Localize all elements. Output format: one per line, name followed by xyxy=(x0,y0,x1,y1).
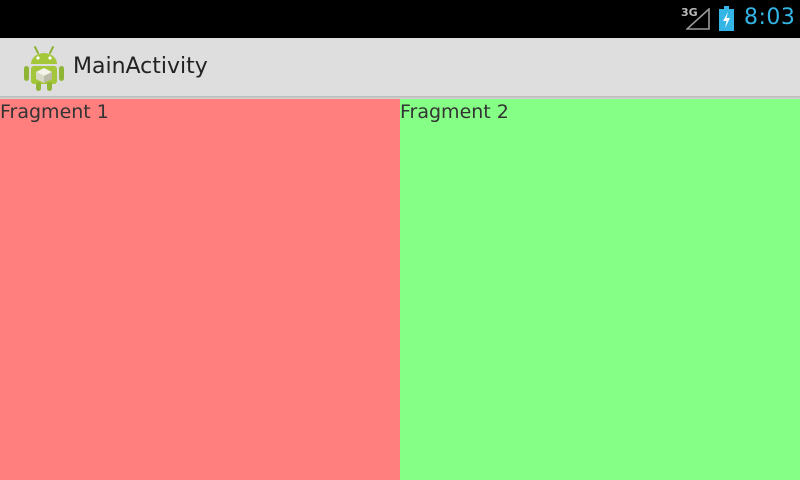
status-bar: 3G 8:03 xyxy=(0,0,800,38)
action-bar: MainActivity xyxy=(0,38,800,96)
activity-title: MainActivity xyxy=(73,54,208,79)
fragment-1-label: Fragment 1 xyxy=(0,101,109,123)
device-screen: 3G 8:03 MainActivity Fragment 1 Fragment… xyxy=(0,0,800,480)
fragment-2-label: Fragment 2 xyxy=(400,101,509,123)
clock: 8:03 xyxy=(744,5,796,30)
android-app-icon[interactable] xyxy=(22,44,66,92)
fragment-1-panel: Fragment 1 xyxy=(0,99,400,480)
signal-icon xyxy=(686,8,710,30)
fragment-2-panel: Fragment 2 xyxy=(400,99,800,480)
battery-charging-icon xyxy=(719,6,734,31)
